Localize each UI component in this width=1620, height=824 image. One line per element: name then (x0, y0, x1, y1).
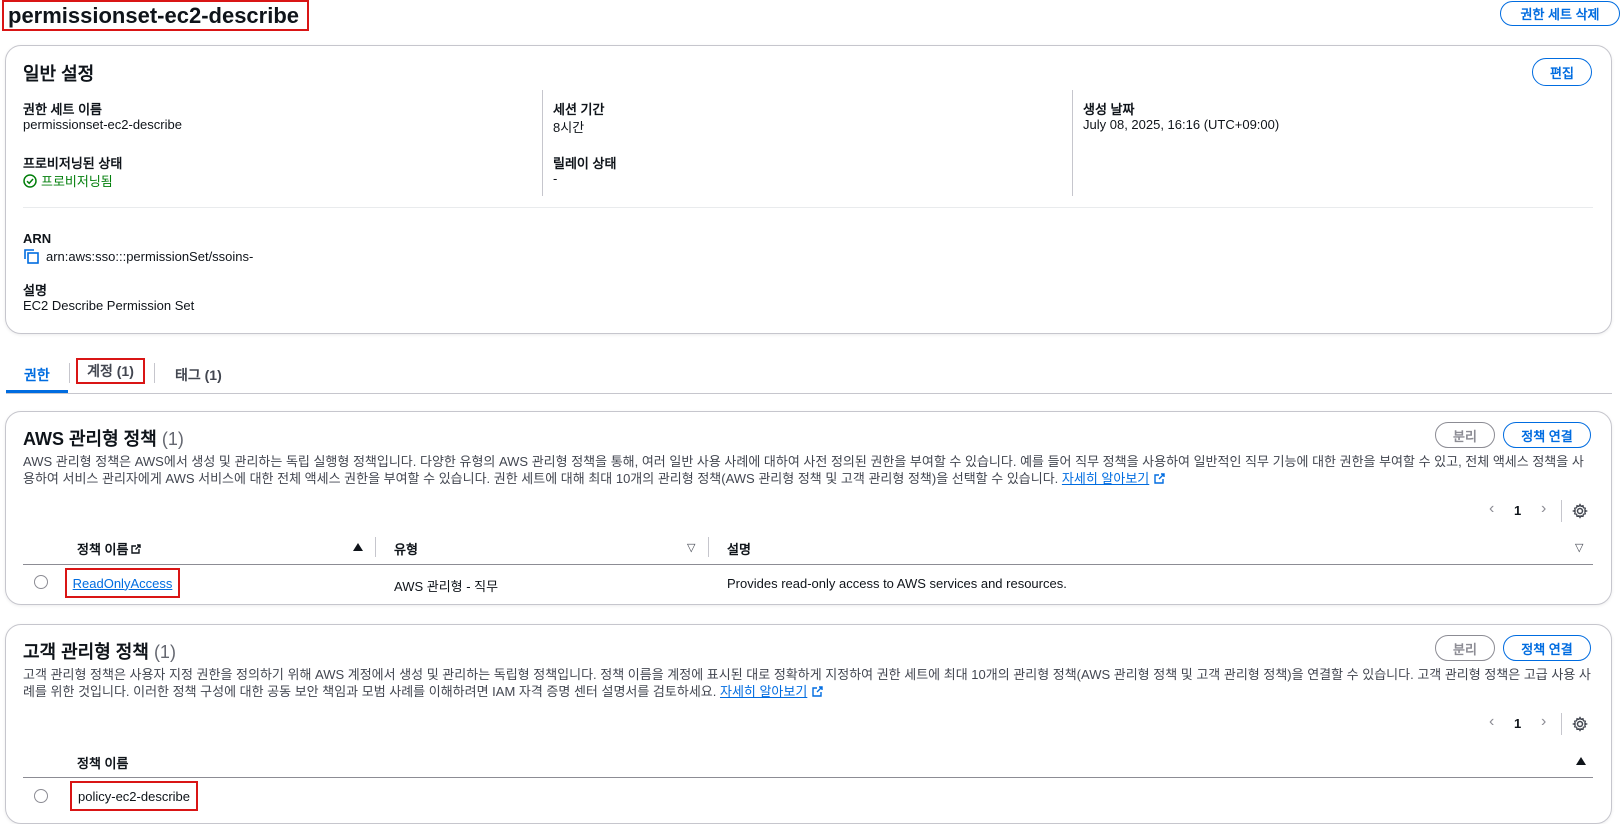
sort-ascending-icon[interactable] (353, 543, 363, 551)
column-header-type[interactable]: 유형 (394, 539, 418, 558)
settings-gear-icon[interactable] (1571, 716, 1589, 735)
policy-description-cell: Provides read-only access to AWS service… (727, 576, 1067, 591)
arn-row: arn:aws:sso:::permissionSet/ssoins- (23, 248, 253, 264)
relay-state-value: - (553, 171, 558, 186)
external-link-icon (811, 685, 824, 702)
table-row: ReadOnlyAccess (65, 568, 180, 598)
success-check-icon (23, 173, 37, 188)
column-policy-name-label: 정책 이름 (77, 542, 129, 557)
aws-managed-description: AWS 관리형 정책은 AWS에서 생성 및 관리하는 독립 실행형 정책입니다… (23, 453, 1593, 489)
external-link-icon (130, 543, 142, 555)
relay-state-label: 릴레이 상태 (553, 156, 617, 171)
tab-accounts[interactable]: 계정 (1) (76, 358, 145, 384)
customer-attach-policy-button[interactable]: 정책 연결 (1503, 635, 1591, 661)
created-date-value: July 08, 2025, 16:16 (UTC+09:00) (1083, 117, 1280, 132)
description-label: 설명 (23, 283, 47, 298)
policy-type-cell: AWS 관리형 - 직무 (394, 579, 499, 594)
created-date-label: 생성 날짜 (1083, 102, 1135, 117)
table-row: policy-ec2-describe (70, 781, 198, 811)
arn-value: arn:aws:sso:::permissionSet/ssoins- (46, 248, 254, 264)
row-select-radio[interactable] (34, 789, 48, 803)
aws-managed-description-text: AWS 관리형 정책은 AWS에서 생성 및 관리하는 독립 실행형 정책입니다… (23, 454, 1584, 486)
column-header-policy-name[interactable]: 정책 이름 (77, 753, 128, 772)
customer-managed-description: 고객 관리형 정책은 사용자 지정 권한을 정의하기 위해 AWS 계정에서 생… (23, 666, 1593, 702)
aws-managed-count: (1) (161, 429, 184, 449)
section-divider (23, 207, 1593, 208)
session-duration-label: 세션 기간 (553, 102, 605, 117)
aws-detach-button[interactable]: 분리 (1435, 422, 1495, 448)
tab-divider (154, 363, 155, 383)
tab-tags[interactable]: 태그 (1) (175, 365, 222, 385)
next-page-icon[interactable]: › (1541, 500, 1546, 518)
page-title: permissionset-ec2-describe (2, 0, 310, 31)
column-header-policy-name[interactable]: 정책 이름 (77, 539, 142, 558)
pager-divider (1561, 713, 1562, 735)
external-link-icon (1153, 472, 1166, 489)
customer-managed-policies-title: 고객 관리형 정책 (1) (23, 638, 176, 664)
copy-icon[interactable] (23, 248, 39, 264)
tab-permissions[interactable]: 권한 (24, 365, 50, 385)
general-settings-panel (5, 45, 1612, 334)
table-header-divider (23, 564, 1593, 565)
aws-learn-more-link[interactable]: 자세히 알아보기 (1062, 471, 1149, 486)
aws-attach-policy-button[interactable]: 정책 연결 (1503, 422, 1591, 448)
customer-learn-more-link[interactable]: 자세히 알아보기 (720, 684, 807, 699)
tab-divider (69, 363, 70, 383)
provisioned-status-label: 프로비저닝된 상태 (23, 156, 123, 171)
tabs-underline (6, 393, 1612, 394)
customer-page-number[interactable]: 1 (1514, 716, 1521, 731)
provisioned-status-value: 프로비저닝됨 (41, 174, 113, 189)
settings-gear-icon[interactable] (1571, 503, 1589, 522)
arn-label: ARN (23, 231, 52, 246)
column-divider (708, 537, 709, 557)
next-page-icon[interactable]: › (1541, 713, 1546, 731)
permission-set-name-value: permissionset-ec2-describe (23, 117, 182, 132)
aws-managed-policies-title: AWS 관리형 정책 (1) (23, 425, 184, 451)
sort-descending-icon[interactable]: ▽ (687, 541, 695, 554)
table-header-divider (23, 777, 1593, 778)
previous-page-icon[interactable]: ‹ (1489, 500, 1494, 518)
sort-descending-icon[interactable]: ▽ (1575, 541, 1583, 554)
session-duration-value: 8시간 (553, 120, 585, 135)
description-value: EC2 Describe Permission Set (23, 298, 195, 313)
permission-set-name-label: 권한 세트 이름 (23, 102, 102, 117)
provisioned-status: 프로비저닝됨 (23, 171, 113, 190)
aws-page-number[interactable]: 1 (1514, 503, 1521, 518)
row-select-radio[interactable] (34, 575, 48, 589)
sort-ascending-icon[interactable] (1576, 757, 1586, 765)
customer-managed-title-text: 고객 관리형 정책 (23, 642, 149, 662)
customer-managed-description-text: 고객 관리형 정책은 사용자 지정 권한을 정의하기 위해 AWS 계정에서 생… (23, 667, 1591, 699)
column-divider (1072, 90, 1073, 196)
column-header-description[interactable]: 설명 (727, 539, 751, 558)
delete-permission-set-button[interactable]: 권한 세트 삭제 (1500, 1, 1620, 26)
previous-page-icon[interactable]: ‹ (1489, 713, 1494, 731)
aws-managed-title-text: AWS 관리형 정책 (23, 429, 157, 449)
customer-detach-button[interactable]: 분리 (1435, 635, 1495, 661)
column-divider (542, 90, 543, 196)
customer-policy-name: policy-ec2-describe (78, 788, 190, 804)
general-settings-title: 일반 설정 (23, 64, 95, 84)
edit-button[interactable]: 편집 (1532, 58, 1592, 86)
customer-managed-policies-panel (5, 624, 1612, 824)
customer-managed-count: (1) (153, 642, 176, 662)
column-divider (375, 537, 376, 557)
pager-divider (1561, 500, 1562, 522)
policy-name-link[interactable]: ReadOnlyAccess (73, 576, 173, 591)
